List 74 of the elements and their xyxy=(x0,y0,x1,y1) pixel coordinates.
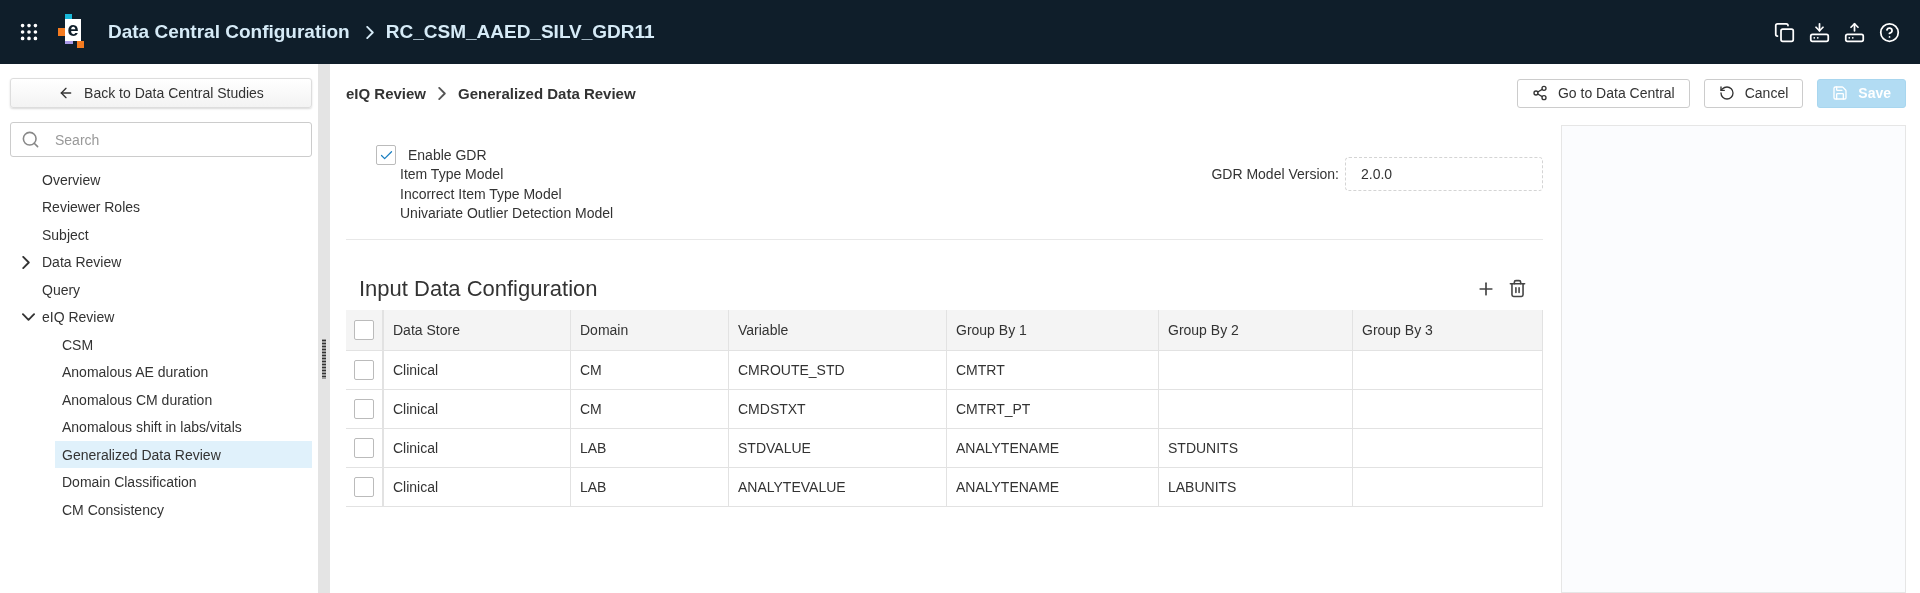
checkbox-label: Enable GDR xyxy=(408,147,487,163)
nav-item[interactable]: Anomalous AE duration xyxy=(55,358,312,386)
chevron-right-icon[interactable] xyxy=(22,255,30,269)
drag-handle-icon[interactable] xyxy=(322,338,326,379)
delete-icon[interactable] xyxy=(1508,279,1527,298)
table-cell: STDVALUE xyxy=(729,429,947,468)
table-cell: ANALYTEVALUE xyxy=(729,468,947,507)
download-icon[interactable] xyxy=(1809,21,1830,43)
column-header: Group By 3 xyxy=(1353,310,1543,351)
checkbox[interactable] xyxy=(376,145,396,165)
apps-grid-icon[interactable] xyxy=(18,21,40,43)
app-logo: e xyxy=(56,14,86,50)
model-name: Univariate Outlier Detection Model xyxy=(400,204,614,223)
table-cell: Clinical xyxy=(384,390,571,429)
table-cell: CMDSTXT xyxy=(729,390,947,429)
chevron-down-icon[interactable] xyxy=(22,313,35,322)
breadcrumb-item[interactable]: eIQ Review xyxy=(346,84,427,102)
nav-item[interactable]: Query xyxy=(42,276,312,304)
table-cell: CM xyxy=(571,390,729,429)
nav-item[interactable]: Domain Classification xyxy=(55,468,312,496)
table-cell: LAB xyxy=(571,429,729,468)
nav-item[interactable]: Reviewer Roles xyxy=(42,193,312,221)
nav-item[interactable]: Data Review xyxy=(42,248,312,276)
breadcrumb-item: Generalized Data Review xyxy=(458,84,636,102)
field-label: GDR Model Version: xyxy=(1211,166,1339,182)
column-header: Group By 2 xyxy=(1159,310,1353,351)
table-cell: Clinical xyxy=(384,351,571,390)
column-header: Domain xyxy=(571,310,729,351)
nav-item[interactable]: Anomalous CM duration xyxy=(55,386,312,414)
column-header: Group By 1 xyxy=(947,310,1159,351)
section-title: Input Data Configuration xyxy=(359,276,598,302)
checkbox[interactable] xyxy=(354,438,374,458)
nav-item[interactable]: eIQ Review xyxy=(42,303,312,331)
column-header: Data Store xyxy=(384,310,571,351)
app-title: Data Central Configuration xyxy=(108,21,350,43)
table-cell: STDUNITS xyxy=(1159,429,1353,468)
table-cell: ANALYTENAME xyxy=(947,468,1159,507)
table-cell: ANALYTENAME xyxy=(947,429,1159,468)
column-header: Variable xyxy=(729,310,947,351)
study-name: RC_CSM_AAED_SILV_GDR11 xyxy=(385,21,655,43)
back-button[interactable]: Back to Data Central Studies xyxy=(10,78,312,108)
table-cell: CMTRT xyxy=(947,351,1159,390)
search-icon xyxy=(21,130,40,149)
table-cell: Clinical xyxy=(384,429,571,468)
version-field[interactable]: 2.0.0 xyxy=(1345,157,1543,191)
table-cell: CMTRT_PT xyxy=(947,390,1159,429)
checkbox[interactable] xyxy=(354,399,374,419)
copy-icon[interactable] xyxy=(1774,21,1795,43)
checkbox[interactable] xyxy=(354,477,374,497)
checkbox[interactable] xyxy=(354,360,374,380)
nav-item[interactable]: Overview xyxy=(42,166,312,194)
chevron-right-icon xyxy=(438,86,447,100)
help-icon[interactable] xyxy=(1879,21,1900,43)
model-name: Item Type Model xyxy=(400,165,505,184)
table-cell: LABUNITS xyxy=(1159,468,1353,507)
table-cell: CM xyxy=(571,351,729,390)
table-cell: Clinical xyxy=(384,468,571,507)
nav-item[interactable]: Anomalous shift in labs/vitals xyxy=(55,413,312,441)
save-icon xyxy=(1832,85,1849,101)
network-icon xyxy=(1531,85,1548,101)
undo-button[interactable]: Cancel xyxy=(1703,78,1804,108)
model-name: Incorrect Item Type Model xyxy=(400,184,563,204)
nav-item[interactable]: CM Consistency xyxy=(55,496,312,524)
nav-item[interactable]: CSM xyxy=(55,331,312,359)
undo-icon xyxy=(1718,85,1735,101)
chevron-right-icon xyxy=(365,25,374,39)
table-cell: LAB xyxy=(571,468,729,507)
table-cell: CMROUTE_STD xyxy=(729,351,947,390)
search-field[interactable]: Search xyxy=(10,122,312,157)
network-button[interactable]: Go to Data Central xyxy=(1516,78,1690,108)
checkbox[interactable] xyxy=(354,320,374,340)
nav-item[interactable]: Generalized Data Review xyxy=(55,441,312,469)
upload-icon[interactable] xyxy=(1844,21,1865,43)
nav-item[interactable]: Subject xyxy=(42,221,312,249)
